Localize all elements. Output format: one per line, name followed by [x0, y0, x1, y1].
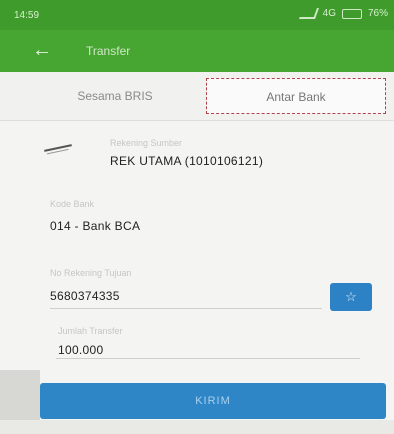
destination-account-underline [50, 308, 322, 309]
tab-antar-bank[interactable]: Antar Bank [206, 78, 386, 114]
amount-label: Jumlah Transfer [58, 326, 123, 336]
battery-level: 76% [367, 8, 388, 19]
battery-icon [341, 8, 362, 19]
amount-input[interactable]: 100.000 [58, 343, 103, 357]
destination-account-label: No Rekening Tujuan [50, 268, 132, 278]
source-account-select[interactable]: REK UTAMA (1010106121) [110, 154, 263, 168]
arrow-left-icon[interactable]: ← [32, 39, 52, 62]
transfer-tabs: Sesama BRIS Antar Bank [0, 72, 394, 120]
status-bar: 14:59 4G 76% [0, 0, 394, 30]
account-icon [44, 144, 72, 152]
network-type: 4G [322, 8, 336, 19]
bank-code-select[interactable]: 014 - Bank BCA [50, 219, 140, 233]
background-edge-bottom [0, 420, 394, 434]
status-indicators: 4G 76% [298, 8, 388, 19]
status-time: 14:59 [14, 10, 40, 21]
bank-code-label: Kode Bank [50, 199, 95, 209]
destination-account-input[interactable]: 5680374335 [50, 289, 120, 303]
source-account-label: Rekening Sumber [110, 138, 183, 148]
tab-sesama-bris[interactable]: Sesama BRIS [30, 78, 200, 114]
favorite-button[interactable]: ☆ [330, 283, 372, 311]
amount-underline [56, 358, 360, 359]
tab-divider [0, 120, 394, 121]
page-title: Transfer [86, 44, 131, 58]
app-bar: ← Transfer [0, 30, 394, 72]
star-icon: ☆ [345, 289, 357, 304]
send-button[interactable]: KIRIM [40, 383, 386, 419]
phone-screen: 14:59 4G 76% ← Transfer Sesama BRIS Anta… [0, 0, 394, 434]
signal-icon [298, 8, 319, 19]
